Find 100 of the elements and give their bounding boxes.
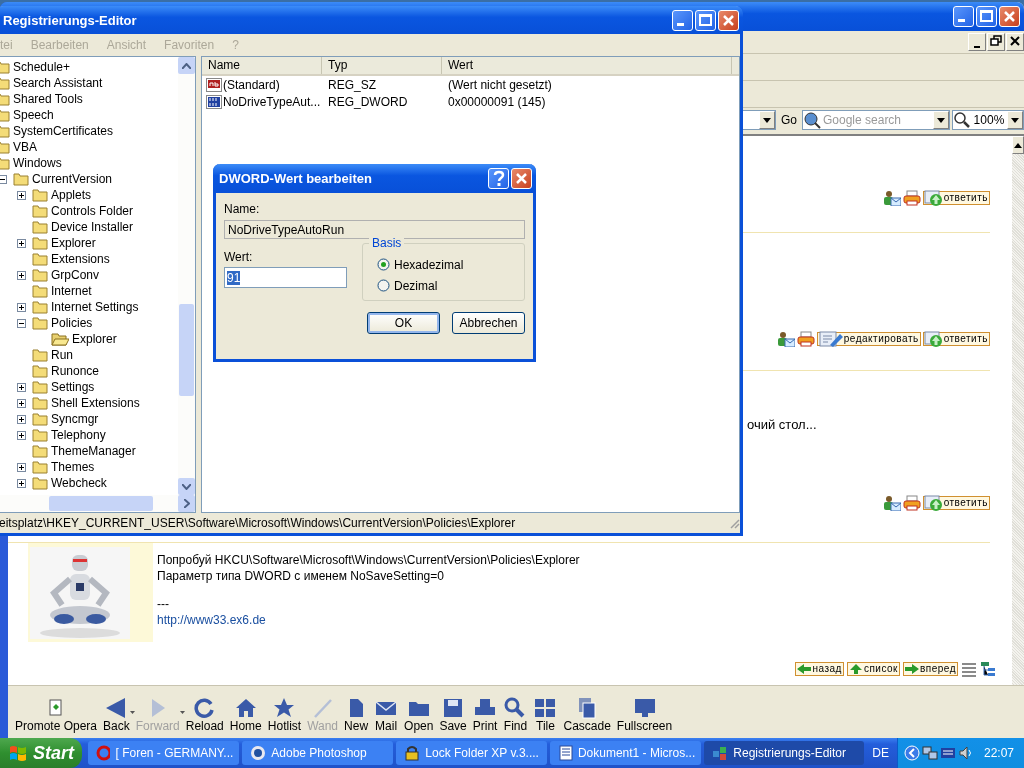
tree-item[interactable]: ThemeManager	[51, 444, 136, 458]
reply-button[interactable]: ответить	[922, 496, 990, 510]
table-cell[interactable]: (Standard)	[223, 77, 280, 92]
maximize-button[interactable]	[695, 9, 716, 31]
scrollbar[interactable]	[178, 57, 195, 495]
open-button[interactable]: Open	[401, 697, 437, 733]
reload-button[interactable]: Reload	[182, 697, 227, 733]
tree-item[interactable]: Applets	[51, 188, 92, 202]
reply-button[interactable]: ответить	[922, 191, 990, 205]
name-field[interactable]: NoDriveTypeAutoRun	[224, 220, 525, 239]
fullscreen-button[interactable]: Fullscreen	[613, 697, 676, 733]
printer-icon[interactable]	[902, 190, 921, 206]
taskbar-button[interactable]: [ Foren - GERMANY...	[88, 741, 240, 765]
expander-icon[interactable]	[17, 478, 26, 488]
tray-icon[interactable]	[939, 745, 956, 761]
hotlist-button[interactable]: Hotlist	[264, 697, 305, 733]
radio-button[interactable]	[377, 279, 390, 292]
tree-item[interactable]: Controls Folder	[51, 204, 134, 218]
radio-button[interactable]	[377, 258, 390, 271]
home-button[interactable]: Home	[226, 697, 265, 733]
user-mail-icon[interactable]	[882, 190, 901, 206]
tree-item[interactable]: Telephony	[51, 428, 106, 442]
tree-item[interactable]: Windows	[13, 156, 62, 170]
address-field[interactable]	[742, 110, 776, 130]
tree-item[interactable]: SystemCertificates	[13, 124, 114, 138]
dropdown-button[interactable]	[1007, 111, 1023, 129]
expander-icon[interactable]	[17, 398, 26, 408]
tree-item[interactable]: Search Assistant	[13, 76, 103, 90]
column-header[interactable]: Wert	[442, 57, 732, 74]
find-button[interactable]: Find	[500, 697, 531, 733]
scroll-down-button[interactable]	[178, 478, 195, 495]
start-button[interactable]: Start	[0, 738, 83, 768]
dropdown-button[interactable]	[933, 111, 949, 129]
tree-item[interactable]: Webcheck	[51, 476, 107, 490]
tree-item[interactable]: Shell Extensions	[51, 396, 140, 410]
pager-button[interactable]: список	[846, 662, 900, 676]
resize-grip-icon[interactable]	[728, 517, 740, 529]
mail-button[interactable]: Mail	[371, 697, 402, 733]
taskbar-button[interactable]: Dokument1 - Micros...	[550, 741, 702, 765]
search-icon[interactable]	[803, 111, 821, 129]
column-header[interactable]: Typ	[322, 57, 442, 74]
help-button[interactable]	[488, 168, 509, 189]
dialog-button[interactable]: Abbrechen	[452, 312, 525, 334]
expander-icon[interactable]	[0, 174, 7, 184]
taskbar-button[interactable]: Lock Folder XP v.3....	[396, 741, 548, 765]
tree-item[interactable]: Settings	[51, 380, 95, 394]
value-field[interactable]: 91	[224, 267, 347, 288]
tree-item[interactable]: Shared Tools	[13, 92, 83, 106]
reply-button[interactable]: ответить	[922, 332, 990, 346]
dialog-button[interactable]: OK	[367, 312, 440, 334]
tile-button[interactable]: Tile	[530, 697, 561, 733]
taskbar-button[interactable]: Adobe Photoshop	[242, 741, 394, 765]
tree-item[interactable]: GrpConv	[51, 268, 100, 282]
expander-icon[interactable]	[17, 430, 26, 440]
expander-icon[interactable]	[17, 302, 26, 312]
cascade-button[interactable]: Cascade	[560, 697, 614, 733]
tree-item[interactable]: Explorer	[51, 236, 96, 250]
expander-icon[interactable]	[17, 382, 26, 392]
radio-label[interactable]: Dezimal	[394, 278, 438, 293]
user-mail-icon[interactable]	[776, 331, 795, 347]
scroll-up-button[interactable]	[1012, 136, 1024, 154]
edit-button[interactable]: редактировать	[816, 332, 921, 346]
column-header[interactable]: Name	[202, 57, 322, 74]
back-button[interactable]: Back	[100, 697, 133, 733]
expander-icon[interactable]	[17, 190, 26, 200]
tree-item[interactable]: Extensions	[51, 252, 110, 266]
taskbar-button[interactable]: Registrierungs-Editor	[704, 741, 865, 765]
language-indicator[interactable]: DE	[864, 746, 897, 760]
tree-item[interactable]: Internet	[51, 284, 92, 298]
search-box[interactable]: Google search	[802, 110, 950, 130]
pager-button[interactable]: назад	[795, 662, 844, 676]
printer-icon[interactable]	[902, 495, 921, 511]
tree-view-icon[interactable]	[980, 661, 996, 677]
print-button[interactable]: Print	[469, 697, 501, 733]
chevron-icon[interactable]	[903, 745, 920, 761]
speaker-icon[interactable]	[957, 745, 974, 761]
scrollbar[interactable]	[1012, 136, 1024, 685]
close-button[interactable]	[1006, 33, 1024, 51]
tree-item[interactable]: Themes	[51, 460, 95, 474]
dropdown-button[interactable]	[759, 111, 775, 129]
tree-item[interactable]: Schedule+	[13, 60, 71, 74]
tree-item[interactable]: Run	[51, 348, 73, 362]
promote-button[interactable]: Promote Opera	[12, 697, 101, 733]
expander-icon[interactable]	[17, 318, 26, 328]
table-cell[interactable]: NoDriveTypeAut...	[223, 94, 321, 109]
tree-item[interactable]: Device Installer	[51, 220, 134, 234]
expander-icon[interactable]	[17, 462, 26, 472]
tree-item[interactable]: Policies	[51, 316, 93, 330]
tree-item[interactable]: Internet Settings	[51, 300, 139, 314]
expander-icon[interactable]	[17, 270, 26, 280]
save-button[interactable]: Save	[436, 697, 470, 733]
tree-item[interactable]: Syncmgr	[51, 412, 99, 426]
scrollbar-thumb[interactable]	[179, 304, 194, 396]
scroll-right-button[interactable]	[178, 495, 195, 512]
expander-icon[interactable]	[17, 414, 26, 424]
pager-button[interactable]: вперед	[902, 662, 958, 676]
restore-button[interactable]	[987, 33, 1005, 51]
tree-item[interactable]: CurrentVersion	[32, 172, 113, 186]
scrollbar-thumb[interactable]	[49, 496, 153, 511]
tree-item[interactable]: VBA	[13, 140, 37, 154]
